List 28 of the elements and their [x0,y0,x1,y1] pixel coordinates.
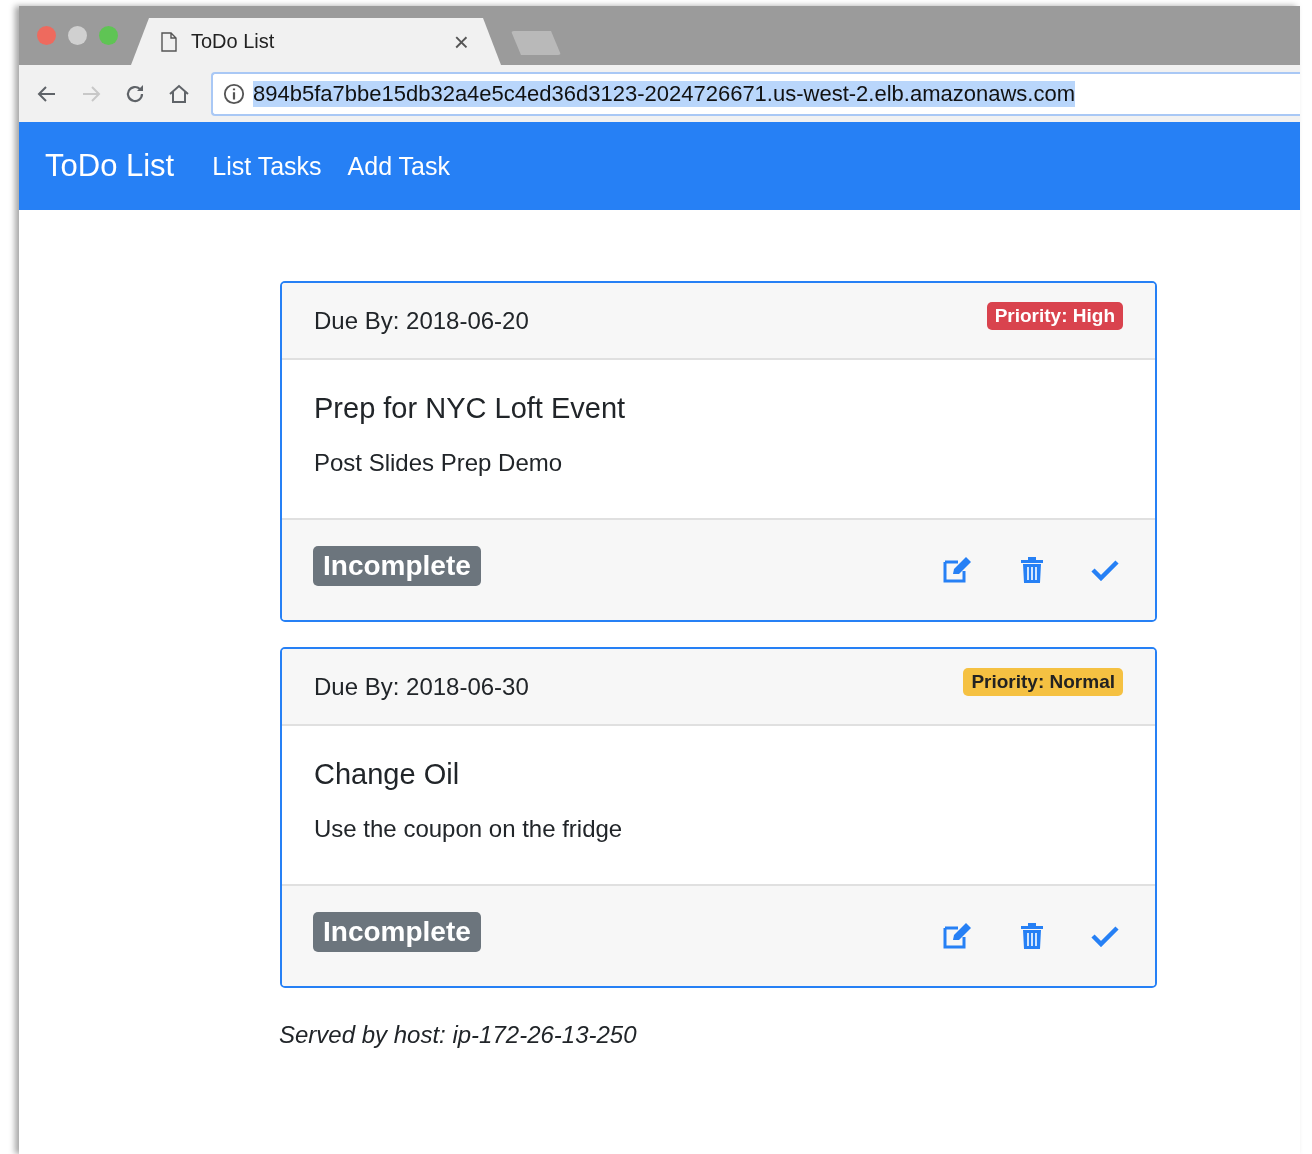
nav-link[interactable]: Add Task [347,151,450,181]
url-text: 894b5fa7bbe15db32a4e5c4ed36d3123-2024726671.us-west-2.elb.amazonaws.com [253,80,1075,107]
browser-tab[interactable]: ToDo List × [131,18,501,65]
host-footnote: Served by host: ip-172-26-13-250 [279,1021,638,1049]
edit-icon[interactable] [943,923,973,949]
check-icon[interactable] [1091,559,1119,581]
trash-icon[interactable] [1021,557,1043,583]
priority-badge: Priority: High [986,302,1123,330]
task-description: Use the coupon on the fridge [314,815,624,843]
status-badge: Incomplete [313,912,481,952]
minimize-window-button[interactable] [68,26,87,45]
close-tab-button[interactable]: × [453,28,469,55]
priority-badge: Priority: Normal [963,668,1123,696]
due-date: Due By: 2018-06-30 [314,672,529,701]
address-bar[interactable]: 894b5fa7bbe15db32a4e5c4ed36d3123-2024726671.us-west-2.elb.amazonaws.com [211,71,1300,116]
page-icon [161,31,177,52]
task-title: Prep for NYC Loft Event [314,392,627,425]
brand-link[interactable]: ToDo List [45,148,175,184]
check-icon[interactable] [1091,925,1119,947]
status-badge: Incomplete [313,546,481,586]
tab-title: ToDo List [191,30,276,53]
edit-icon[interactable] [943,557,973,583]
nav-link[interactable]: List Tasks [212,151,322,181]
task-description: Post Slides Prep Demo [314,449,564,477]
due-date: Due By: 2018-06-20 [314,306,529,335]
info-icon[interactable] [223,82,245,105]
task-title: Change Oil [314,758,461,791]
trash-icon[interactable] [1021,923,1043,949]
